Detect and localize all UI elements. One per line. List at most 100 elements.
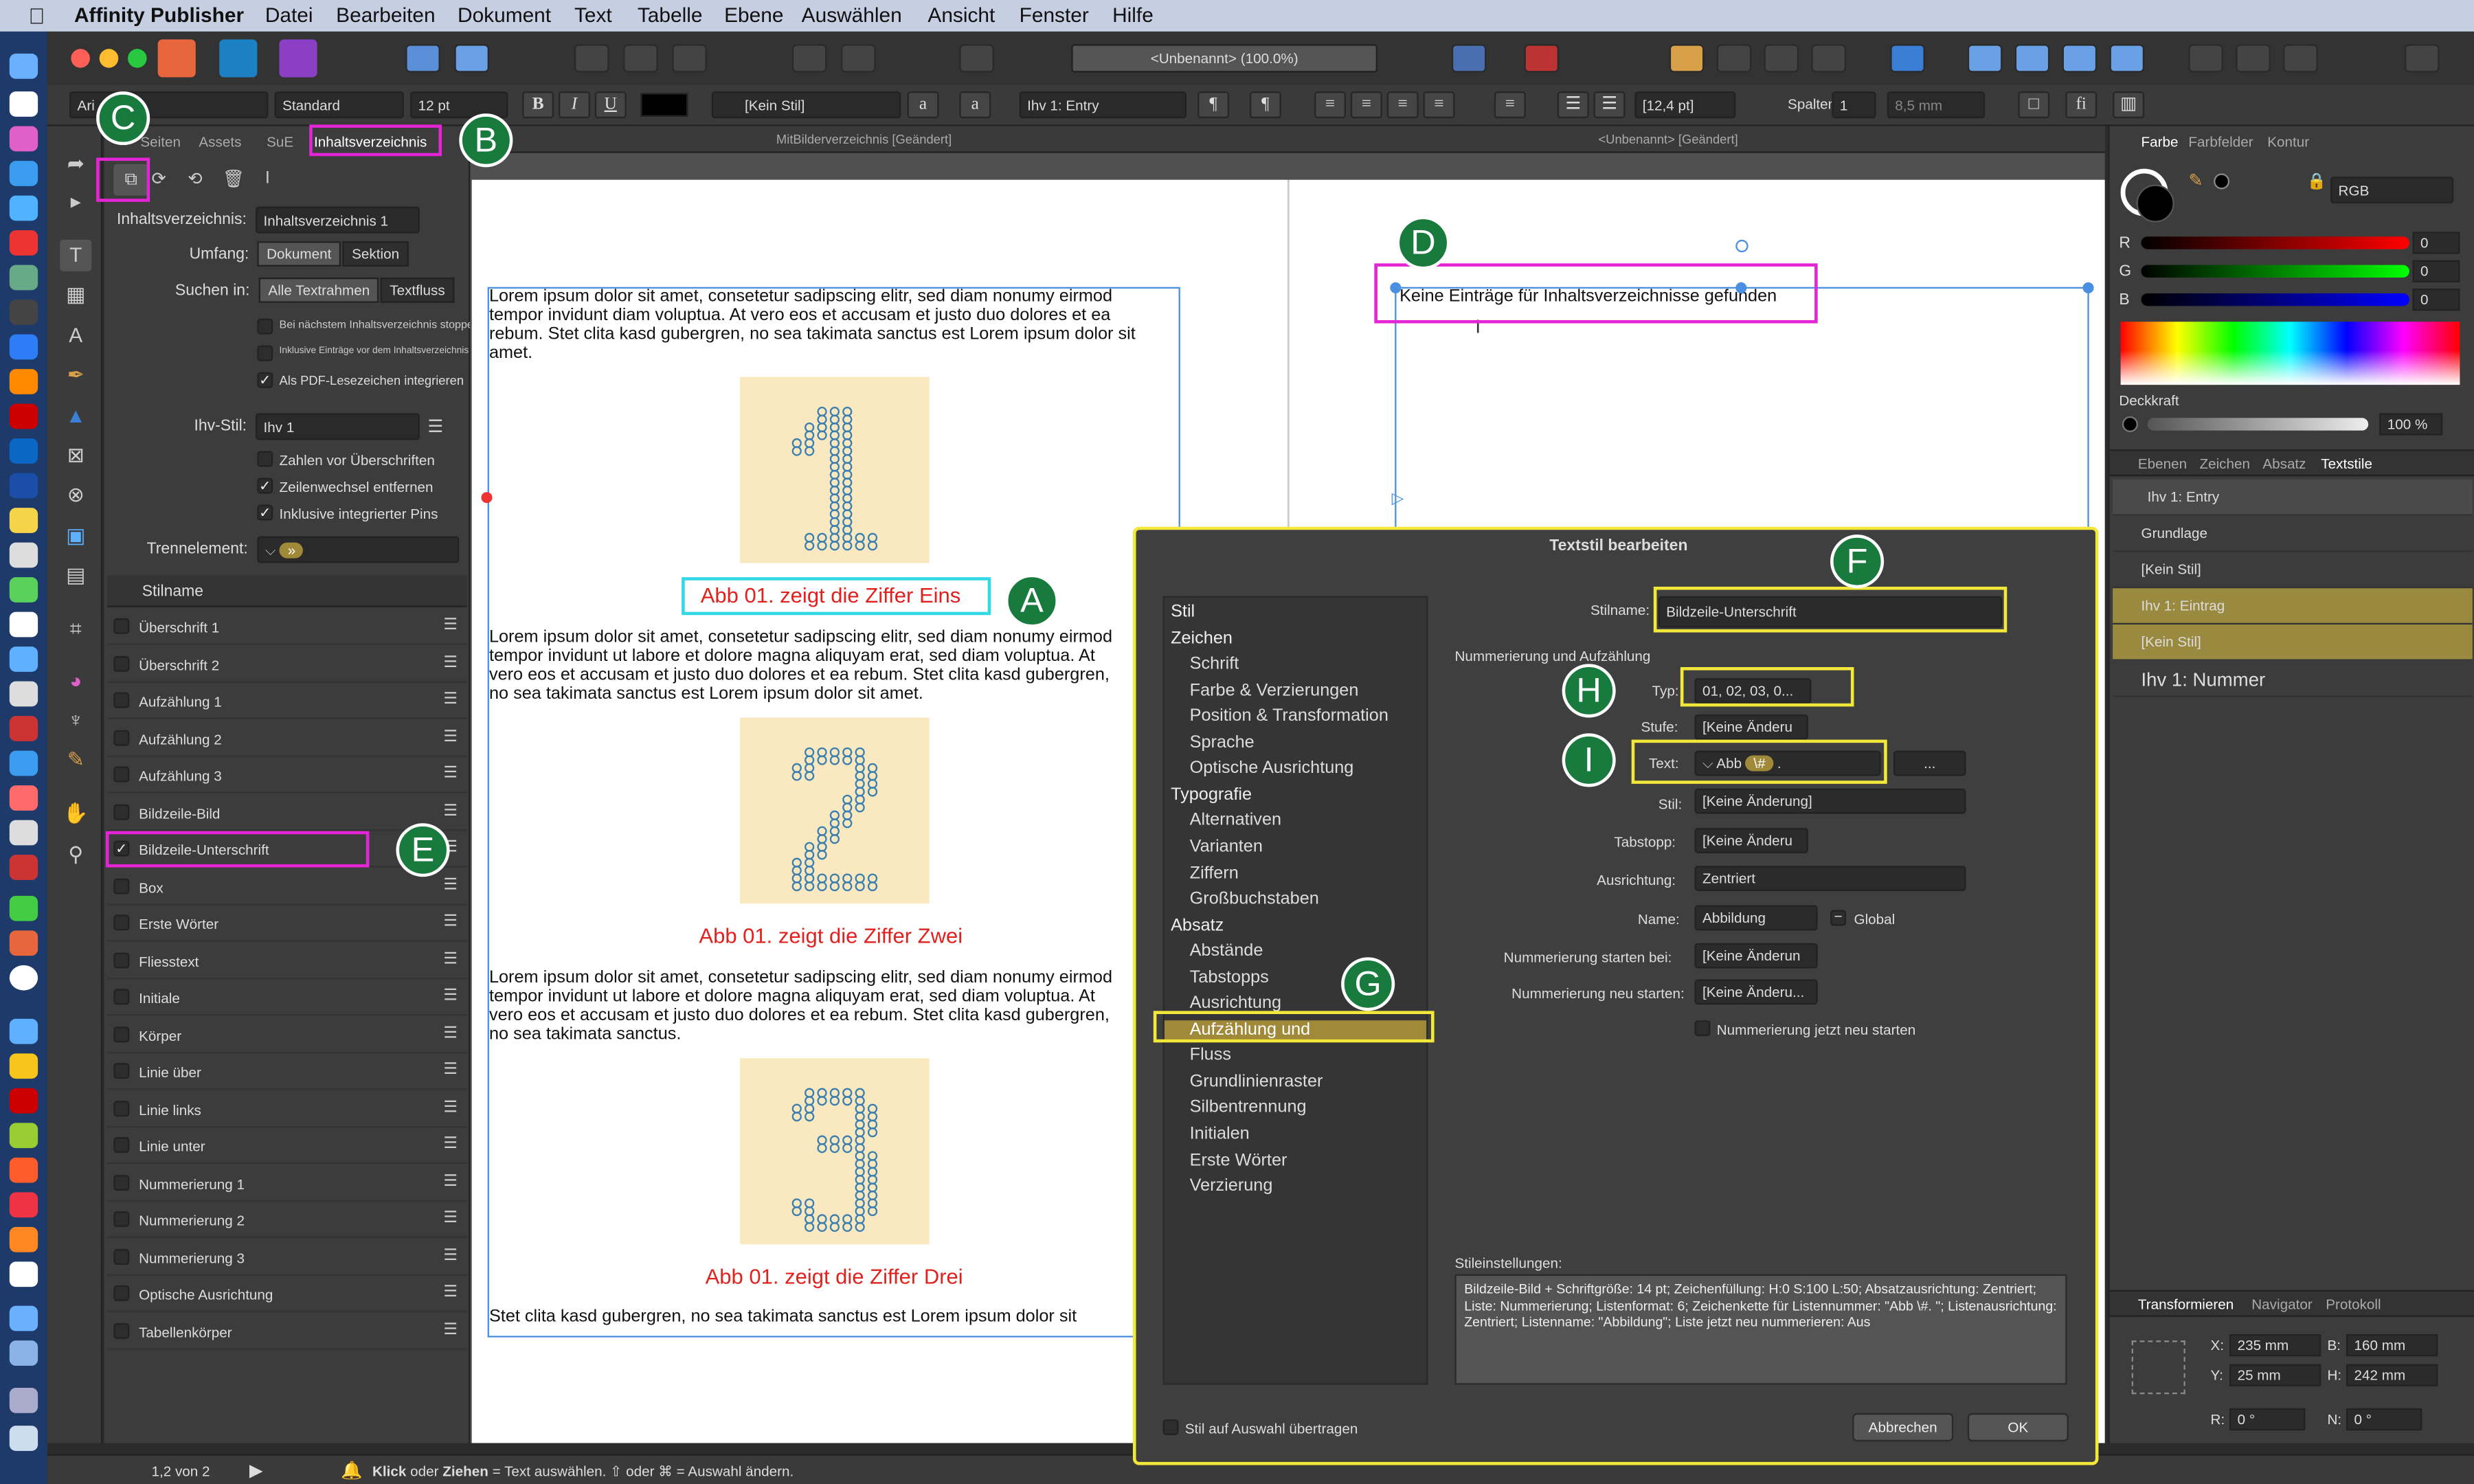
eyedropper-tool-icon[interactable]: ✎ — [60, 744, 91, 776]
y-field[interactable]: 25 mm — [2229, 1364, 2321, 1386]
style-row-menu-icon[interactable]: ☰ — [443, 876, 458, 893]
figure-2[interactable] — [740, 717, 930, 904]
text-frame-button[interactable]: □ — [2018, 91, 2050, 119]
style-row-menu-icon[interactable]: ☰ — [443, 913, 458, 930]
numbered-list-button[interactable]: ☰ — [1593, 91, 1626, 119]
tab-assets[interactable]: Assets — [199, 134, 241, 150]
style-row-menu-icon[interactable]: ☰ — [443, 1061, 458, 1079]
g-slider[interactable] — [2141, 265, 2409, 278]
photoshop-2-icon[interactable] — [9, 473, 38, 499]
restart-field[interactable]: [Keine Änderu... — [1694, 979, 1818, 1005]
style-row-checkbox[interactable] — [113, 989, 130, 1005]
align-left-button[interactable]: ≡ — [1314, 91, 1346, 119]
align-icon[interactable] — [1890, 44, 1925, 73]
text-style-row-5[interactable]: [Kein Stil] — [2113, 625, 2473, 661]
category-item[interactable]: Ausrichtung — [1190, 994, 1281, 1013]
opacity-value[interactable]: 100 % — [2379, 413, 2443, 436]
style-row-checkbox[interactable] — [113, 1285, 130, 1301]
category-item[interactable]: Stil — [1171, 603, 1195, 622]
tab-zeichen[interactable]: Zeichen — [2199, 456, 2250, 471]
category-item[interactable]: Position & Transformation — [1190, 707, 1388, 726]
character-style-field[interactable]: [Kein Stil] — [711, 91, 901, 119]
menu-ansicht[interactable]: Ansicht — [927, 3, 995, 27]
resize-handle-tr[interactable] — [2082, 282, 2094, 293]
arrange-icon-3[interactable] — [1764, 44, 1799, 73]
app-icon-16[interactable] — [9, 1157, 38, 1183]
category-item[interactable]: Typografie — [1171, 785, 1252, 805]
style-row-checkbox[interactable] — [113, 1173, 130, 1190]
style-row[interactable]: Linie über ☰ — [107, 1055, 467, 1090]
tab-farbe[interactable]: Farbe — [2141, 134, 2178, 150]
text-overflow-handle[interactable] — [481, 492, 493, 504]
boolean-add-icon[interactable] — [2188, 44, 2223, 73]
style-row-menu-icon[interactable]: ☰ — [443, 1284, 458, 1301]
music-icon[interactable] — [9, 126, 38, 152]
move-tool-icon[interactable]: ➦ — [60, 148, 91, 180]
tab-protokoll[interactable]: Protokoll — [2326, 1296, 2381, 1312]
user-account-icon[interactable] — [2405, 44, 2440, 73]
tab-transformieren[interactable]: Transformieren — [2138, 1296, 2234, 1312]
baseline-grid-icon[interactable] — [1451, 44, 1487, 73]
style-row[interactable]: Nummerierung 2 ☰ — [107, 1203, 467, 1238]
textedit-icon[interactable] — [9, 542, 38, 568]
tab-navigator[interactable]: Navigator — [2251, 1296, 2312, 1312]
style-row-menu-icon[interactable]: ☰ — [443, 987, 458, 1004]
picture-frame-tool-icon[interactable]: ⊠ — [60, 440, 91, 471]
caption-3[interactable]: Abb 01. zeigt die Ziffer Drei — [706, 1265, 963, 1288]
color-spectrum[interactable] — [2120, 322, 2460, 385]
paragraph-style-field[interactable]: Ihv 1: Entry — [1019, 91, 1187, 119]
para-style-apply-button[interactable]: ¶ — [1249, 91, 1281, 119]
justify-button[interactable]: ≡ — [1423, 91, 1455, 119]
anchor-point-selector[interactable] — [2131, 1340, 2185, 1395]
style-row-checkbox[interactable] — [113, 655, 130, 671]
color-wheel-icon[interactable]: ◕ — [60, 666, 91, 697]
category-item[interactable]: Varianten — [1190, 837, 1263, 857]
style-row[interactable]: Initiale ☰ — [107, 981, 467, 1016]
flip-vertical-icon[interactable] — [2014, 44, 2050, 73]
toc-select[interactable]: Inhaltsverzeichnis 1 — [256, 206, 420, 234]
menu-dokument[interactable]: Dokument — [458, 3, 551, 27]
vivaldi-icon[interactable] — [9, 230, 38, 256]
style-row-menu-icon[interactable]: ☰ — [443, 690, 458, 708]
style-row-menu-icon[interactable]: ☰ — [443, 1136, 458, 1153]
view-clip-icon[interactable] — [672, 44, 707, 73]
char-style-clear-button[interactable]: a — [907, 91, 939, 119]
style-row-checkbox[interactable] — [113, 877, 130, 894]
folder-2-icon[interactable] — [9, 1388, 38, 1413]
arrange-forward-icon[interactable] — [1716, 44, 1752, 73]
style-row[interactable]: Erste Wörter ☰ — [107, 907, 467, 942]
gutter-field[interactable]: 8,5 mm — [1887, 91, 1986, 119]
app-icon-10[interactable] — [9, 820, 38, 846]
list-text-more-button[interactable]: ... — [1893, 750, 1966, 776]
boolean-subtract-icon[interactable] — [2236, 44, 2271, 73]
apply-to-selection-checkbox[interactable] — [1162, 1419, 1179, 1435]
char-style-apply-button[interactable]: a — [959, 91, 991, 119]
list-name-field[interactable]: Abbildung — [1694, 905, 1818, 931]
r-slider[interactable] — [2141, 236, 2409, 249]
place-tool-icon[interactable]: ▤ — [60, 560, 91, 592]
photo-persona-icon[interactable] — [219, 39, 258, 78]
table-tool-icon[interactable]: ▦ — [60, 279, 91, 311]
vertical-align-button[interactable]: ≡ — [1494, 91, 1526, 119]
r-value[interactable]: 0 — [2412, 232, 2460, 254]
text-wrap-icon[interactable] — [959, 44, 994, 73]
eyedropper-icon[interactable]: ✎ — [2188, 170, 2203, 191]
menu-hilfe[interactable]: Hilfe — [1112, 3, 1154, 27]
app-icon-9[interactable] — [9, 785, 38, 811]
app-icon-7[interactable] — [9, 716, 38, 741]
fill-tool-icon[interactable]: ♆ — [60, 705, 91, 737]
app-icon-13[interactable] — [9, 1018, 38, 1044]
shear-field[interactable]: 0 ° — [2346, 1408, 2422, 1431]
tabstopp-field[interactable]: [Keine Änderu — [1694, 828, 1808, 853]
category-item[interactable]: Abstände — [1190, 942, 1263, 961]
mail-icon[interactable] — [9, 161, 38, 186]
category-item[interactable]: Fluss — [1190, 1046, 1231, 1066]
app-menu[interactable]: Affinity Publisher — [74, 3, 244, 27]
bold-button[interactable]: B — [522, 91, 554, 119]
style-row-checkbox[interactable] — [113, 914, 130, 931]
ligature-button[interactable]: fi — [2065, 91, 2098, 119]
menu-text[interactable]: Text — [574, 3, 612, 27]
app-icon-2[interactable] — [9, 300, 38, 325]
settings-icon[interactable] — [454, 44, 489, 73]
document-tab-2[interactable]: <Unbenannt> [Geändert] — [1598, 133, 1738, 147]
